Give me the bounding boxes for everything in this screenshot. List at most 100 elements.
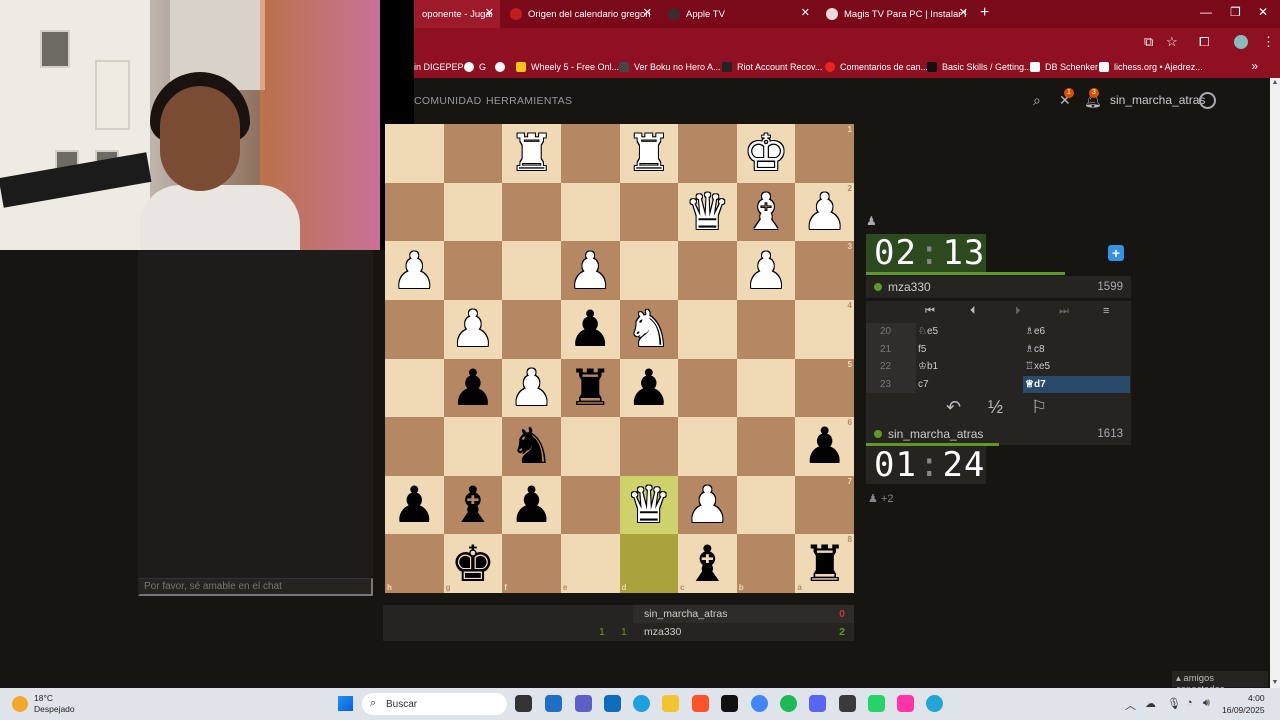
brave-icon[interactable] (692, 695, 709, 712)
square-d7[interactable]: ♛ (619, 475, 679, 535)
white-rook-piece[interactable]: ♜ (509, 128, 554, 178)
square-f2[interactable] (502, 182, 561, 242)
scroll-up-icon[interactable]: ▲ (1270, 78, 1280, 88)
taskbar-search[interactable]: ⌕ Buscar (362, 693, 507, 715)
white-bishop-piece[interactable]: ♝ (744, 187, 789, 237)
spotify-icon[interactable] (780, 695, 797, 712)
square-c7[interactable]: ♟ (678, 475, 737, 535)
crosstable-cell[interactable]: 1 (621, 626, 627, 638)
square-g5[interactable]: ♟ (443, 358, 503, 418)
square-c4[interactable] (678, 299, 737, 359)
page-scrollbar[interactable]: ▲ ▼ (1270, 78, 1280, 688)
square-c2[interactable]: ♛ (678, 182, 737, 242)
square-h2[interactable] (385, 182, 444, 242)
black-move[interactable]: ♗c8 (1023, 341, 1130, 359)
black-pawn-piece[interactable]: ♟ (509, 480, 554, 530)
square-b8[interactable]: b (736, 534, 796, 593)
crosstable-name[interactable]: mza330 (644, 626, 681, 638)
chevron-up-icon[interactable]: ︿ (1125, 697, 1136, 713)
opponent-player[interactable]: mza330 1599 (866, 276, 1131, 298)
start-button[interactable] (338, 696, 353, 711)
square-h8[interactable]: h (385, 534, 444, 593)
square-h3[interactable]: ♟ (385, 241, 444, 300)
bookmark[interactable]: Ver Boku no Hero A... (619, 56, 721, 78)
close-window-icon[interactable]: ✕ (1258, 5, 1268, 19)
prev-move-icon[interactable]: ⏴ (970, 305, 976, 318)
friends-online-button[interactable]: ▴ amigos conectados (1172, 671, 1268, 695)
wifi-icon[interactable]: ◔ (1186, 697, 1193, 709)
square-h5[interactable] (385, 358, 444, 418)
square-c1[interactable] (678, 124, 737, 183)
square-e2[interactable] (560, 182, 620, 242)
chat-input[interactable] (138, 578, 373, 596)
square-f7[interactable]: ♟ (502, 475, 561, 535)
square-e3[interactable]: ♟ (560, 241, 620, 300)
white-pawn-piece[interactable]: ♟ (744, 246, 789, 296)
store-icon[interactable] (545, 695, 562, 712)
crosstable-name[interactable]: sin_marcha_atras (644, 608, 727, 620)
cloud-icon[interactable]: ☁ (1145, 697, 1156, 710)
black-pawn-piece[interactable]: ♟ (568, 304, 613, 354)
bookmark[interactable]: Wheely 5 - Free Onl... (516, 56, 619, 78)
square-a6[interactable]: ♟ 6 (795, 417, 854, 476)
discord-icon[interactable] (809, 695, 826, 712)
white-queen-piece[interactable]: ♛ (685, 187, 730, 237)
whatsapp-icon[interactable] (868, 695, 885, 712)
square-e6[interactable] (560, 417, 620, 476)
edge-icon[interactable] (633, 695, 650, 712)
black-move[interactable]: ♖xe5 (1023, 358, 1130, 376)
weather-widget[interactable]: 18°C Despejado (12, 693, 75, 715)
add-time-button[interactable]: + (1108, 245, 1124, 261)
square-f4[interactable] (502, 299, 561, 359)
square-a5[interactable]: 5 (795, 358, 854, 418)
white-move[interactable]: ♔b1 (916, 358, 1023, 376)
black-pawn-piece[interactable]: ♟ (802, 421, 847, 471)
nav-herramientas[interactable]: HERRAMIENTAS (486, 95, 572, 107)
close-icon[interactable]: ✕ (801, 6, 810, 19)
app-k-icon[interactable] (926, 695, 943, 712)
bookmark[interactable]: lichess.org • Ajedrez... (1099, 56, 1203, 78)
white-move[interactable]: ♘e5 (916, 323, 1023, 341)
black-king-piece[interactable]: ♚ (451, 539, 496, 589)
white-queen-piece[interactable]: ♛ (626, 480, 671, 530)
square-b3[interactable]: ♟ (736, 241, 796, 300)
black-rook-piece[interactable]: ♜ (802, 539, 847, 589)
square-e7[interactable] (560, 475, 620, 535)
user-icon[interactable] (1199, 92, 1216, 109)
square-a8[interactable]: ♜ 8 a (795, 534, 854, 593)
browser-tab[interactable]: Origen del calendario gregorian ✕ (502, 0, 658, 28)
square-g4[interactable]: ♟ (443, 299, 503, 359)
folder-icon[interactable] (662, 695, 679, 712)
square-h6[interactable] (385, 417, 444, 476)
square-a2[interactable]: ♟ 2 (795, 182, 854, 242)
resign-button[interactable]: ⚐ (1031, 397, 1047, 418)
square-d1[interactable]: ♜ (619, 124, 679, 183)
system-clock[interactable]: 4:00 16/09/2025 (1222, 692, 1265, 716)
tiktok-icon[interactable] (721, 695, 738, 712)
square-b4[interactable] (736, 299, 796, 359)
paint-icon[interactable] (897, 695, 914, 712)
black-bishop-piece[interactable]: ♝ (451, 480, 496, 530)
white-king-piece[interactable]: ♚ (744, 128, 789, 178)
square-a3[interactable]: 3 (795, 241, 854, 300)
black-knight-piece[interactable]: ♞ (509, 421, 554, 471)
square-e8[interactable]: e (560, 534, 620, 593)
chrome-icon[interactable] (751, 695, 768, 712)
square-d4[interactable]: ♞ (619, 299, 679, 359)
square-d2[interactable] (619, 182, 679, 242)
minimize-icon[interactable]: — (1200, 5, 1212, 19)
square-b1[interactable]: ♚ (736, 124, 796, 183)
white-pawn-piece[interactable]: ♟ (568, 246, 613, 296)
black-bishop-piece[interactable]: ♝ (685, 539, 730, 589)
square-h7[interactable]: ♟ (385, 475, 444, 535)
bookmark[interactable]: Riot Account Recov... (722, 56, 822, 78)
white-pawn-piece[interactable]: ♟ (451, 304, 496, 354)
outlook-icon[interactable] (604, 695, 621, 712)
black-move[interactable]: ♗e6 (1023, 323, 1130, 341)
cast-icon[interactable]: ⧉ (1144, 34, 1153, 50)
square-c6[interactable] (678, 417, 737, 476)
square-f5[interactable]: ♟ (502, 358, 561, 418)
square-g1[interactable] (443, 124, 503, 183)
browser-tab-active[interactable]: oponente - Jugar ✕ (414, 0, 500, 28)
task-view-icon[interactable] (515, 695, 532, 712)
